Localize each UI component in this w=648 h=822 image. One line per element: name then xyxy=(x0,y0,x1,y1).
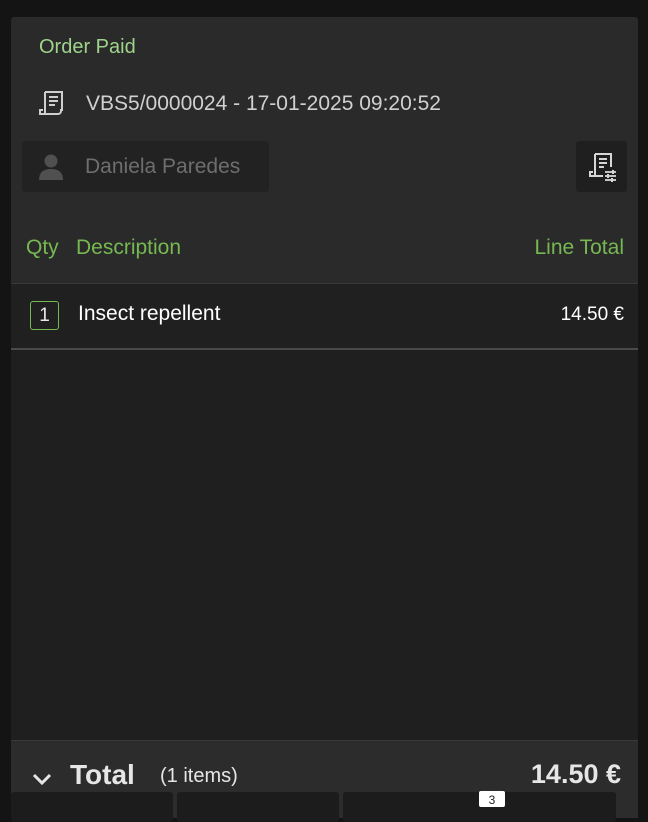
qty-badge: 1 xyxy=(30,301,59,330)
order-panel: Order Paid VBS5/0000024 - 17-01-2025 09:… xyxy=(11,17,638,818)
total-amount: 14.50 € xyxy=(530,759,621,789)
item-line-total: 14.50 € xyxy=(560,304,624,325)
line-total-header: Line Total xyxy=(534,236,624,259)
description-header: Description xyxy=(76,236,182,259)
receipt-id: VBS5/0000024 - 17-01-2025 09:20:52 xyxy=(86,92,441,115)
line-headers: Qty Description Line Total xyxy=(11,233,638,263)
item-description: Insect repellent xyxy=(78,302,221,325)
total-item-count: (1 items) xyxy=(160,765,238,787)
receipt-row: VBS5/0000024 - 17-01-2025 09:20:52 xyxy=(37,89,441,119)
chevron-down-icon[interactable] xyxy=(31,768,53,790)
qty-header: Qty xyxy=(26,236,59,259)
user-icon xyxy=(39,154,63,180)
list-item[interactable]: 1 Insect repellent 14.50 € xyxy=(11,284,638,350)
total-label: Total xyxy=(70,759,135,790)
customer-name: Daniela Paredes xyxy=(85,154,241,178)
receipt-icon xyxy=(39,91,63,115)
order-status: Order Paid xyxy=(39,36,136,58)
receipt-options-icon xyxy=(588,152,616,182)
order-lines: 1 Insect repellent 14.50 € xyxy=(11,283,638,741)
customer-button[interactable]: Daniela Paredes xyxy=(22,141,269,192)
footer-count-badge: 3 xyxy=(479,791,505,807)
receipt-options-button[interactable] xyxy=(576,141,627,192)
